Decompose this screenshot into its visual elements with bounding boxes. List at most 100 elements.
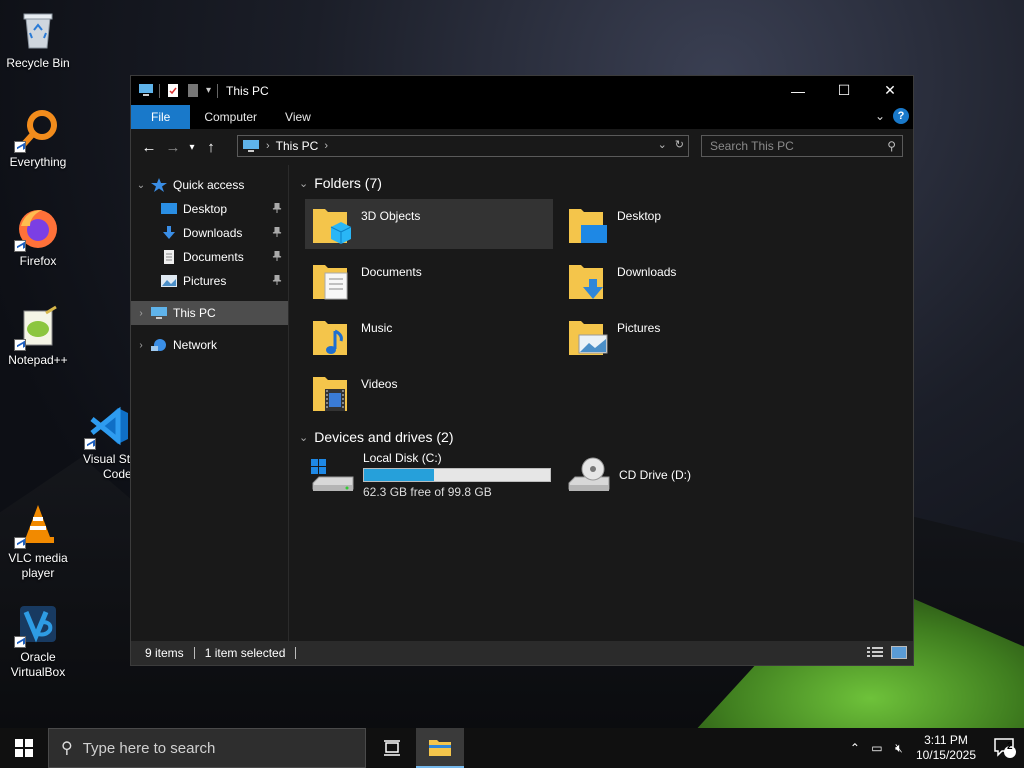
start-button[interactable] <box>0 728 48 768</box>
drive-usage-fill <box>364 469 434 481</box>
breadcrumb-chevron-icon[interactable]: › <box>324 140 328 152</box>
folder-tile-pictures[interactable]: Pictures <box>561 311 809 361</box>
desktop-icon-label: Everything <box>9 155 67 169</box>
title-bar[interactable]: ▾ This PC — ☐ ✕ <box>131 76 913 105</box>
desktop-icon-label: Notepad++ <box>8 353 68 367</box>
forward-arrow-icon[interactable]: → <box>161 135 185 159</box>
tab-view[interactable]: View <box>271 105 325 129</box>
up-arrow-icon[interactable]: ↑ <box>199 135 223 159</box>
desktop-icon-vlc[interactable]: VLC media player <box>0 503 76 581</box>
shortcut-arrow-icon <box>14 636 26 648</box>
this-pc-icon <box>151 307 167 319</box>
navigation-pane[interactable]: ⌄ Quick access Desktop Downloads Documen… <box>131 165 289 642</box>
address-history-chevron-icon[interactable]: ⌄ <box>658 138 667 151</box>
volume-muted-icon[interactable]: 🔇︎ <box>888 741 910 756</box>
properties-icon[interactable] <box>166 84 180 97</box>
view-toggle <box>867 646 907 659</box>
folder-name: 3D Objects <box>361 209 421 223</box>
breadcrumb-chevron-icon[interactable]: › <box>266 140 270 152</box>
minimize-button[interactable]: — <box>775 76 821 105</box>
drive-tile-d[interactable]: CD Drive (D:) <box>561 449 809 501</box>
3d-objects-folder-icon <box>313 209 352 244</box>
details-view-icon[interactable] <box>867 646 883 659</box>
desktop-icon-label: Recycle Bin <box>6 56 70 70</box>
folder-tile-downloads[interactable]: Downloads <box>561 255 809 305</box>
content-pane[interactable]: ⌄ Folders (7) 3D Objects Desktop Documen… <box>289 165 913 642</box>
expand-chevron-icon[interactable]: › <box>131 308 151 319</box>
show-hidden-icons-chevron-icon[interactable]: ⌃ <box>844 741 866 755</box>
nav-item-this-pc[interactable]: › This PC <box>131 301 288 325</box>
recent-locations-chevron-icon[interactable]: ▾ <box>185 135 199 159</box>
maximize-button[interactable]: ☐ <box>821 76 867 105</box>
nav-item-desktop[interactable]: Desktop <box>131 197 288 221</box>
search-input[interactable] <box>710 139 880 153</box>
search-box[interactable]: ⚲ <box>701 135 903 157</box>
refresh-icon[interactable]: ↻ <box>675 138 684 151</box>
collapse-chevron-icon[interactable]: ⌄ <box>299 177 308 190</box>
drive-usage-bar <box>363 468 551 482</box>
desktop-icon-virtualbox[interactable]: Oracle VirtualBox <box>0 602 76 680</box>
vscode-icon <box>84 404 130 450</box>
documents-icon <box>164 250 174 264</box>
desktop-icon-notepad-plus-plus[interactable]: Notepad++ <box>0 305 76 368</box>
desktop-folder-icon <box>569 209 607 243</box>
clock[interactable]: 3:11 PM 10/15/2025 <box>916 733 976 763</box>
folder-tile-music[interactable]: Music <box>305 311 553 361</box>
desktop-icon-everything[interactable]: Everything <box>0 107 76 170</box>
tab-file[interactable]: File <box>131 105 191 129</box>
desktop-icon-firefox[interactable]: Firefox <box>0 206 76 269</box>
expand-ribbon-chevron-icon[interactable]: ⌄ <box>875 109 885 123</box>
address-right-controls: ⌄ ↻ <box>658 138 684 151</box>
explorer-body: ⌄ Quick access Desktop Downloads Documen… <box>131 165 913 642</box>
group-header-label: Folders (7) <box>314 175 382 191</box>
desktop-icon-label: Code <box>103 467 132 481</box>
toolbar-separator <box>159 83 160 98</box>
clock-time: 3:11 PM <box>924 733 968 747</box>
documents-folder-icon <box>313 265 348 300</box>
back-arrow-icon[interactable]: ← <box>137 135 161 159</box>
folder-tile-documents[interactable]: Documents <box>305 255 553 305</box>
collapse-chevron-icon[interactable]: ⌄ <box>131 180 151 191</box>
taskbar-file-explorer-button[interactable] <box>416 728 464 768</box>
folder-tile-3d-objects[interactable]: 3D Objects <box>305 199 553 249</box>
task-view-button[interactable] <box>368 728 416 768</box>
customize-toolbar-chevron-icon[interactable]: ▾ <box>206 85 211 96</box>
nav-item-network[interactable]: › Network <box>131 333 288 357</box>
nav-item-label: This PC <box>173 306 216 320</box>
new-folder-icon[interactable] <box>186 84 200 97</box>
nav-item-pictures[interactable]: Pictures <box>131 269 288 293</box>
breadcrumb-this-pc[interactable]: This PC <box>276 139 319 153</box>
taskbar-search-box[interactable]: ⚲ Type here to search <box>48 728 366 768</box>
address-field[interactable]: › This PC › ⌄ ↻ <box>237 135 689 157</box>
help-icon[interactable]: ? <box>893 108 909 124</box>
close-button[interactable]: ✕ <box>867 76 913 105</box>
expand-chevron-icon[interactable]: › <box>131 340 151 351</box>
nav-item-downloads[interactable]: Downloads <box>131 221 288 245</box>
desktop-icon-label: Firefox <box>19 254 57 268</box>
collapse-chevron-icon[interactable]: ⌄ <box>299 431 308 444</box>
clock-date: 10/15/2025 <box>915 748 976 762</box>
desktop-icon-vscode[interactable]: Visual Stu Code <box>72 404 132 482</box>
shortcut-arrow-icon <box>14 537 26 549</box>
folder-name: Downloads <box>617 265 677 279</box>
folder-tile-videos[interactable]: Videos <box>305 367 553 417</box>
downloads-icon <box>163 226 175 239</box>
tab-computer[interactable]: Computer <box>190 105 271 129</box>
status-separator <box>295 647 297 659</box>
devices-group-header[interactable]: ⌄ Devices and drives (2) <box>299 425 913 449</box>
taskbar-search-placeholder: Type here to search <box>82 739 216 757</box>
folders-grid: 3D Objects Desktop Documents Downloads M… <box>305 199 913 417</box>
drive-tile-c[interactable]: Local Disk (C:) 62.3 GB free of 99.8 GB <box>305 449 561 501</box>
large-icons-view-icon[interactable] <box>891 646 907 659</box>
desktop-icon-label: VirtualBox <box>10 665 66 679</box>
desktop-icon-recycle-bin[interactable]: Recycle Bin <box>0 8 76 71</box>
desktop-icon-label: Visual Stu <box>83 452 132 466</box>
nav-item-documents[interactable]: Documents <box>131 245 288 269</box>
action-center-button[interactable]: 2 <box>986 728 1024 768</box>
folders-group-header[interactable]: ⌄ Folders (7) <box>299 171 913 195</box>
network-status-icon[interactable]: ▭ <box>866 741 888 755</box>
nav-item-quick-access[interactable]: ⌄ Quick access <box>131 173 288 197</box>
pin-icon <box>272 251 282 261</box>
folder-tile-desktop[interactable]: Desktop <box>561 199 809 249</box>
nav-item-label: Desktop <box>183 202 228 216</box>
